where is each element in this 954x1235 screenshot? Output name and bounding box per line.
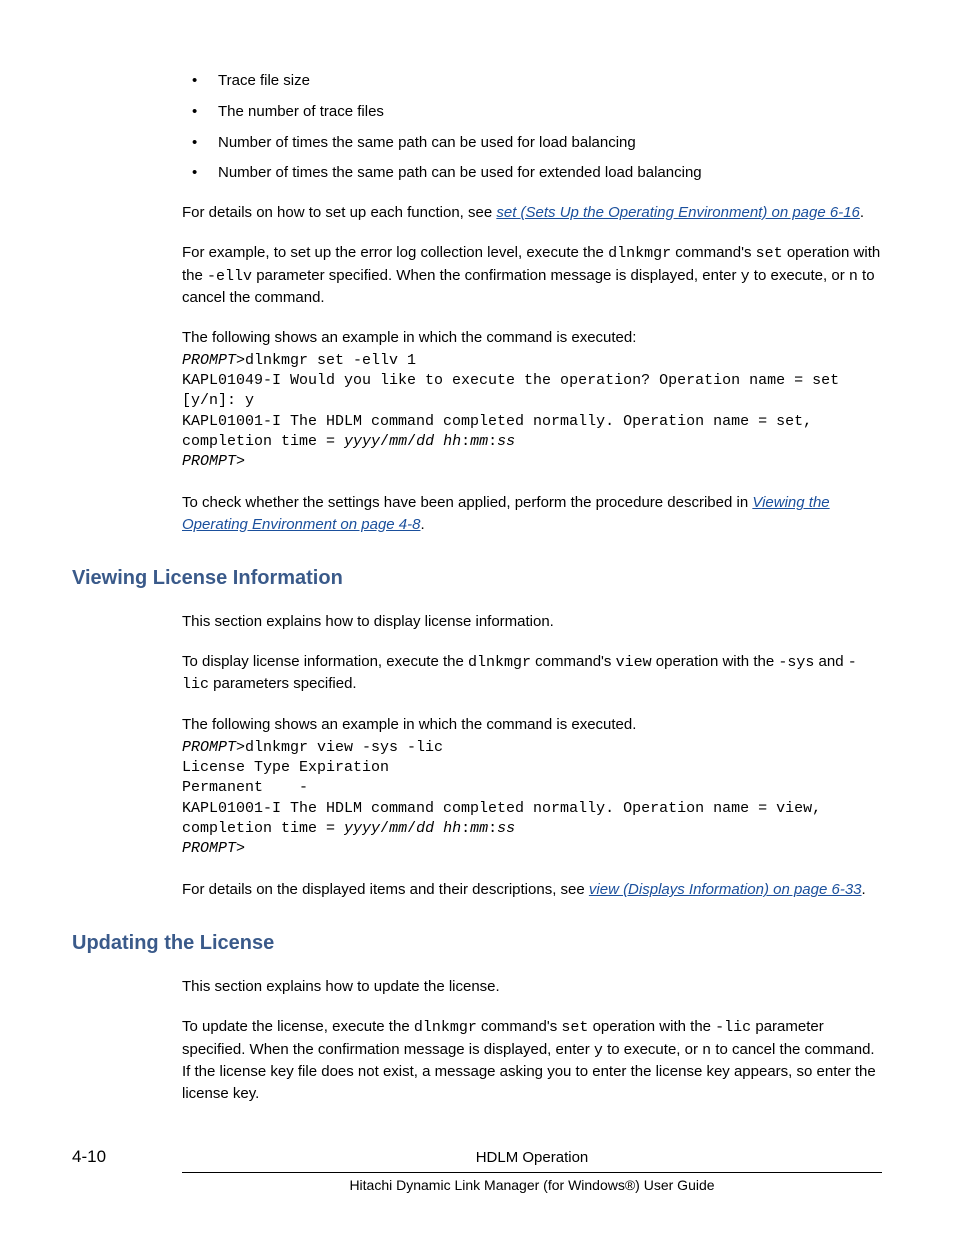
bullet-list: Trace file size The number of trace file… xyxy=(182,70,882,184)
code-inline: -sys xyxy=(778,654,814,671)
code-prompt: PROMPT xyxy=(182,840,236,857)
section-heading-update: Updating the License xyxy=(72,929,882,958)
code-text: : xyxy=(488,820,497,837)
paragraph: For details on how to set up each functi… xyxy=(182,202,882,224)
text: command's xyxy=(531,653,616,670)
text: . xyxy=(862,881,866,898)
paragraph: To update the license, execute the dlnkm… xyxy=(182,1016,882,1105)
code-text: Permanent - xyxy=(182,779,308,796)
code-prompt: PROMPT xyxy=(182,453,236,470)
code-var: ss xyxy=(497,820,515,837)
paragraph: To display license information, execute … xyxy=(182,651,882,697)
code-text: / xyxy=(407,820,416,837)
bullet-item: The number of trace files xyxy=(182,101,882,123)
code-inline: y xyxy=(594,1042,603,1059)
text: To check whether the settings have been … xyxy=(182,494,752,511)
code-var: mm xyxy=(389,433,407,450)
code-inline: dlnkmgr xyxy=(468,654,531,671)
text: parameter specified. When the confirmati… xyxy=(252,267,741,284)
code-inline: view xyxy=(616,654,652,671)
code-inline: dlnkmgr xyxy=(414,1019,477,1036)
code-text: KAPL01049-I Would you like to execute th… xyxy=(182,372,848,409)
text: For details on how to set up each functi… xyxy=(182,204,496,221)
text: operation with the xyxy=(652,653,779,670)
code-text: : xyxy=(461,433,470,450)
code-inline: y xyxy=(741,268,750,285)
code-var: mm xyxy=(470,820,488,837)
paragraph: The following shows an example in which … xyxy=(182,714,882,736)
code-text: / xyxy=(380,820,389,837)
code-inline: dlnkmgr xyxy=(608,245,671,262)
text: to execute, or xyxy=(750,267,849,284)
code-var: dd hh xyxy=(416,820,461,837)
paragraph: This section explains how to update the … xyxy=(182,976,882,998)
code-var: mm xyxy=(470,433,488,450)
code-text: : xyxy=(461,820,470,837)
code-block: PROMPT>dlnkmgr view -sys -lic License Ty… xyxy=(182,738,882,860)
text: . xyxy=(860,204,864,221)
code-block: PROMPT>dlnkmgr set -ellv 1 KAPL01049-I W… xyxy=(182,351,882,473)
text: For details on the displayed items and t… xyxy=(182,881,589,898)
bullet-item: Number of times the same path can be use… xyxy=(182,162,882,184)
code-text: License Type Expiration xyxy=(182,759,389,776)
footer-section-title: HDLM Operation xyxy=(182,1147,882,1169)
text: and xyxy=(814,653,847,670)
page-footer: 4-10 HDLM Operation Hitachi Dynamic Link… xyxy=(72,1145,882,1195)
paragraph: For details on the displayed items and t… xyxy=(182,879,882,901)
paragraph: For example, to set up the error log col… xyxy=(182,242,882,309)
code-text: >dlnkmgr view -sys -lic xyxy=(236,739,443,756)
code-var: yyyy xyxy=(344,820,380,837)
code-inline: -lic xyxy=(715,1019,751,1036)
text: parameters specified. xyxy=(209,675,357,692)
code-inline: n xyxy=(702,1042,711,1059)
code-var: yyyy xyxy=(344,433,380,450)
xref-link[interactable]: view (Displays Information) on page 6-33 xyxy=(589,881,862,898)
text: For example, to set up the error log col… xyxy=(182,244,608,261)
paragraph: The following shows an example in which … xyxy=(182,327,882,349)
code-text: : xyxy=(488,433,497,450)
page-number: 4-10 xyxy=(72,1145,182,1170)
text: command's xyxy=(671,244,756,261)
text: operation with the xyxy=(588,1018,715,1035)
bullet-item: Trace file size xyxy=(182,70,882,92)
code-text: / xyxy=(380,433,389,450)
text: command's xyxy=(477,1018,562,1035)
code-prompt: PROMPT xyxy=(182,739,236,756)
code-inline: -ellv xyxy=(207,268,252,285)
code-inline: n xyxy=(849,268,858,285)
code-text: > xyxy=(236,840,245,857)
text: To display license information, execute … xyxy=(182,653,468,670)
code-var: mm xyxy=(389,820,407,837)
code-prompt: PROMPT xyxy=(182,352,236,369)
paragraph: To check whether the settings have been … xyxy=(182,492,882,536)
code-inline: set xyxy=(756,245,783,262)
paragraph: This section explains how to display lic… xyxy=(182,611,882,633)
text: to execute, or xyxy=(603,1041,702,1058)
text: . xyxy=(420,516,424,533)
text: To update the license, execute the xyxy=(182,1018,414,1035)
code-var: dd hh xyxy=(416,433,461,450)
code-text: >dlnkmgr set -ellv 1 xyxy=(236,352,416,369)
code-inline: set xyxy=(561,1019,588,1036)
xref-link[interactable]: set (Sets Up the Operating Environment) … xyxy=(496,204,860,221)
footer-rule xyxy=(182,1172,882,1173)
code-text: / xyxy=(407,433,416,450)
bullet-item: Number of times the same path can be use… xyxy=(182,132,882,154)
section-heading-license: Viewing License Information xyxy=(72,564,882,593)
code-text: > xyxy=(236,453,245,470)
code-var: ss xyxy=(497,433,515,450)
footer-book-title: Hitachi Dynamic Link Manager (for Window… xyxy=(182,1175,882,1195)
